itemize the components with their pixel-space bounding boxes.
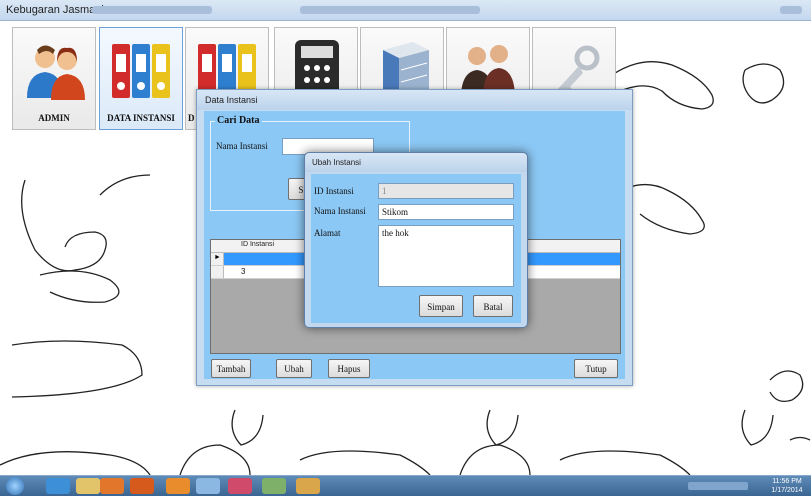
dialog-content: ID Instansi Nama Instansi Alamat the hok… xyxy=(311,174,521,323)
title-blur xyxy=(300,6,480,14)
toolbar-button-data-instansi[interactable]: DATA INSTANSI xyxy=(99,27,183,130)
app-icon[interactable] xyxy=(296,478,320,494)
simpan-button[interactable]: Simpan xyxy=(419,295,463,317)
toolbar-button-admin[interactable]: ADMIN xyxy=(12,27,96,130)
app-icon[interactable] xyxy=(262,478,286,494)
search-label: Nama Instansi xyxy=(216,141,268,151)
folder-icon[interactable] xyxy=(76,478,100,494)
app-title: Kebugaran Jasmani xyxy=(6,4,104,16)
row-header[interactable] xyxy=(211,266,224,278)
firefox-icon[interactable] xyxy=(130,478,154,494)
toolbar-label: DATA INSTANSI xyxy=(107,113,175,123)
window-title: Data Instansi xyxy=(205,95,258,105)
grid-header-id: ID Instansi xyxy=(241,241,275,248)
id-instansi-field xyxy=(378,183,514,199)
taskbar: 11:56 PM 1/17/2014 xyxy=(0,475,811,496)
row-header[interactable]: ► xyxy=(211,253,224,265)
search-group-title: Cari Data xyxy=(215,115,262,126)
media-icon[interactable] xyxy=(100,478,124,494)
paint-icon[interactable] xyxy=(196,478,220,494)
hapus-button[interactable]: Hapus xyxy=(328,359,370,378)
nama-instansi-label: Nama Instansi xyxy=(314,206,366,216)
id-instansi-label: ID Instansi xyxy=(314,186,354,196)
vlc-icon[interactable] xyxy=(166,478,190,494)
batal-button[interactable]: Batal xyxy=(473,295,513,317)
alamat-label: Alamat xyxy=(314,228,341,238)
title-blur xyxy=(92,6,212,14)
ubah-instansi-dialog: Ubah Instansi ID Instansi Nama Instansi … xyxy=(304,152,528,328)
window-title-bar[interactable]: Data Instansi xyxy=(197,90,632,110)
binders-icon xyxy=(112,44,170,98)
tambah-button[interactable]: Tambah xyxy=(211,359,251,378)
nama-instansi-field[interactable] xyxy=(378,204,514,220)
toolbar-label: ADMIN xyxy=(38,113,70,123)
clock-time: 11:56 PM xyxy=(772,478,802,485)
tutup-button[interactable]: Tutup xyxy=(574,359,618,378)
dialog-title: Ubah Instansi xyxy=(312,158,361,167)
users-icon xyxy=(27,45,85,100)
app-icon[interactable] xyxy=(228,478,252,494)
window-controls[interactable] xyxy=(780,6,802,14)
alamat-field[interactable]: the hok xyxy=(378,225,514,287)
tray-icons[interactable] xyxy=(688,482,748,490)
clock[interactable]: 11:56 PM 1/17/2014 xyxy=(767,477,807,495)
start-button[interactable] xyxy=(6,477,24,495)
ie-icon[interactable] xyxy=(46,478,70,494)
clock-date: 1/17/2014 xyxy=(771,487,803,494)
ubah-button[interactable]: Ubah xyxy=(276,359,312,378)
dialog-title-bar[interactable]: Ubah Instansi xyxy=(305,153,527,172)
app-title-bar: Kebugaran Jasmani xyxy=(0,0,811,21)
grid-cell: 3 xyxy=(241,267,246,276)
